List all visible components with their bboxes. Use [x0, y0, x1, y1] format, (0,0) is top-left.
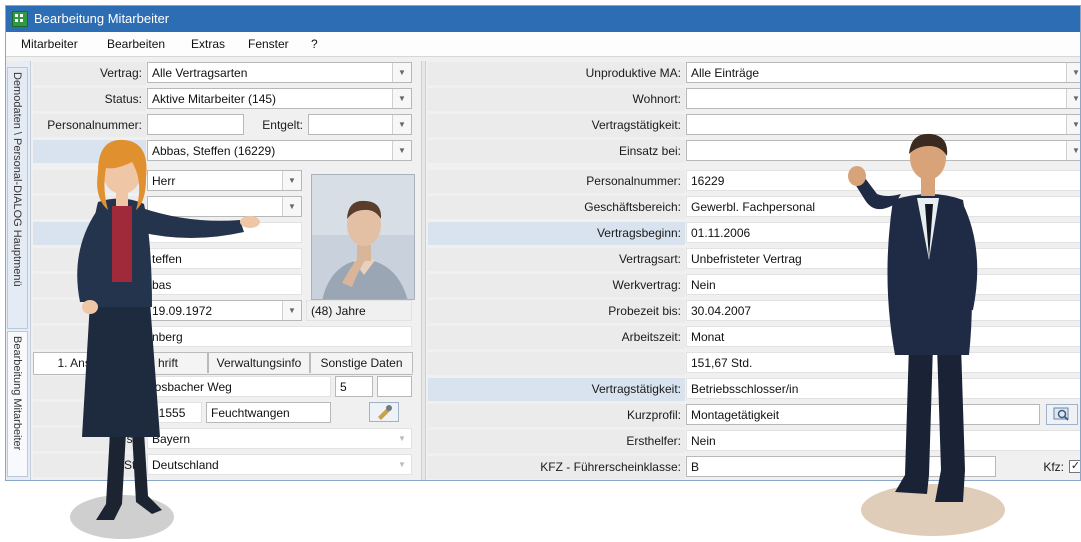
side-tab-hauptmenue[interactable]: Demodaten \ Personal-DIALOG Hauptmenü: [7, 67, 28, 329]
arbeitszeit-label: Arbeitszeit:: [428, 326, 685, 349]
map-pin-icon: [378, 405, 392, 420]
chevron-down-icon[interactable]: ▼: [282, 171, 301, 190]
splitter[interactable]: [421, 61, 426, 480]
status-select[interactable]: Aktive Mitarbeiter (145) ▼: [147, 88, 412, 109]
search-icon: [1053, 407, 1069, 421]
vertrag-select[interactable]: Alle Vertragsarten ▼: [147, 62, 412, 83]
probezeit-label: Probezeit bis:: [428, 300, 685, 323]
man-illustration: [848, 133, 1005, 536]
wohnort-label: Wohnort:: [428, 88, 685, 111]
status-label: Status:: [33, 88, 146, 111]
chevron-down-icon[interactable]: ▼: [282, 301, 301, 320]
einsatz-label: Einsatz bei:: [428, 140, 685, 163]
menu-bar: Mitarbeiter Bearbeiten Extras Fenster ?: [6, 32, 1080, 57]
menu-mitarbeiter[interactable]: Mitarbeiter: [21, 37, 78, 51]
woman-illustration: [70, 139, 260, 539]
chevron-down-icon[interactable]: ▼: [1066, 63, 1080, 82]
menu-fenster[interactable]: Fenster: [248, 37, 289, 51]
wohnort-select[interactable]: ▼: [686, 88, 1080, 109]
chevron-down-icon[interactable]: ▼: [392, 141, 411, 160]
chevron-down-icon[interactable]: ▼: [393, 455, 411, 474]
chevron-down-icon[interactable]: ▼: [392, 115, 411, 134]
hausnummer-zusatz-input[interactable]: [377, 376, 412, 397]
chevron-down-icon[interactable]: ▼: [1066, 141, 1080, 160]
personalnummer-label: Personalnummer:: [428, 170, 685, 193]
entgelt-select[interactable]: ▼: [308, 114, 412, 135]
menu-extras[interactable]: Extras: [191, 37, 225, 51]
ersthelfer-label: Ersthelfer:: [428, 430, 685, 453]
title-bar: Bearbeitung Mitarbeiter: [6, 6, 1080, 32]
chevron-down-icon[interactable]: ▼: [282, 197, 301, 216]
alter-text: (48) Jahre: [306, 300, 412, 321]
menu-help[interactable]: ?: [311, 37, 318, 51]
vertragsart-label: Vertragsart:: [428, 248, 685, 271]
chevron-down-icon[interactable]: ▼: [1066, 115, 1080, 134]
chevron-down-icon[interactable]: ▼: [392, 63, 411, 82]
hausnummer-input[interactable]: 5: [335, 376, 373, 397]
unproduktive-select[interactable]: Alle Einträge ▼: [686, 62, 1080, 83]
vertragstaetigkeit-label: Vertragstätigkeit:: [428, 378, 685, 401]
kfz-checkbox[interactable]: ✓: [1069, 460, 1080, 473]
side-tab-bearbeitung[interactable]: Bearbeitung Mitarbeiter: [7, 331, 28, 477]
chevron-down-icon[interactable]: ▼: [1066, 89, 1080, 108]
kfz-klasse-label: KFZ - Führerscheinklasse:: [428, 456, 685, 479]
kfz-label: Kfz:: [1043, 460, 1064, 474]
chevron-down-icon[interactable]: ▼: [392, 89, 411, 108]
tab-sonstige-daten[interactable]: Sonstige Daten: [310, 352, 413, 373]
employee-photo: [311, 174, 415, 300]
menu-bearbeiten[interactable]: Bearbeiten: [107, 37, 165, 51]
kurzprofil-label: Kurzprofil:: [428, 404, 685, 427]
vertragstaetigkeit-filter-label: Vertragstätigkeit:: [428, 114, 685, 137]
unproduktive-label: Unproduktive MA:: [428, 62, 685, 85]
window-title: Bearbeitung Mitarbeiter: [34, 11, 170, 26]
kurzprofil-search-button[interactable]: [1046, 404, 1078, 425]
werkvertrag-label: Werkvertrag:: [428, 274, 685, 297]
side-tab-bar: Demodaten \ Personal-DIALOG Hauptmenü Be…: [6, 61, 31, 480]
stunden-label: [428, 352, 685, 375]
vertrag-label: Vertrag:: [33, 62, 146, 85]
chevron-down-icon[interactable]: ▼: [393, 429, 411, 448]
map-button[interactable]: [369, 402, 399, 422]
geschaeftsbereich-label: Geschäftsbereich:: [428, 196, 685, 219]
vertragsbeginn-label: Vertragsbeginn:: [428, 222, 685, 245]
app-grid-icon: [12, 11, 28, 27]
